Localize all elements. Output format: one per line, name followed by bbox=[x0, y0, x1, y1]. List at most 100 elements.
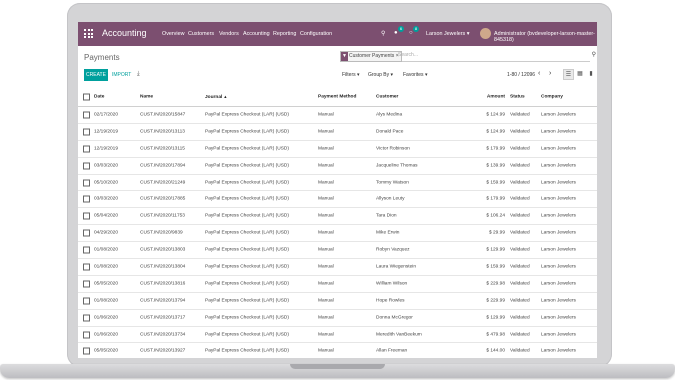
cell-payment-method: Manual bbox=[318, 298, 334, 304]
col-date[interactable]: Date bbox=[94, 95, 104, 100]
cell-name: CUST.IN/2020/13803 bbox=[140, 247, 186, 253]
cell-amount: $ 124.99 bbox=[486, 129, 505, 135]
cell-amount: $ 159.99 bbox=[486, 264, 505, 270]
create-button[interactable]: CREATE bbox=[84, 69, 108, 81]
search-facet[interactable]: ▼ Customer Payments × bbox=[340, 51, 402, 62]
cell-customer: Jacqueline Thomas bbox=[376, 163, 418, 169]
avatar[interactable] bbox=[480, 28, 491, 39]
cell-company: Larson Jewelers bbox=[541, 163, 576, 169]
cell-customer: William Wilson bbox=[376, 281, 408, 287]
apps-grid-icon[interactable] bbox=[84, 29, 93, 38]
cell-company: Larson Jewelers bbox=[541, 298, 576, 304]
chevron-right-icon[interactable]: › bbox=[549, 70, 551, 77]
table-row[interactable]: 01/08/2020 CUST.IN/2020/13804 PayPal Expre… bbox=[78, 259, 597, 276]
filters-dropdown[interactable]: Filters ▾ bbox=[342, 72, 360, 78]
row-checkbox[interactable] bbox=[83, 246, 90, 254]
graph-view-icon[interactable]: ▮ bbox=[586, 69, 596, 79]
menu-reporting[interactable]: Reporting bbox=[273, 31, 296, 37]
row-checkbox[interactable] bbox=[83, 212, 90, 220]
menu-customers[interactable]: Customers bbox=[188, 31, 214, 37]
table-row[interactable]: 01/08/2020 CUST.IN/2020/13794 PayPal Expre… bbox=[78, 293, 597, 310]
cell-date: 02/17/2020 bbox=[94, 112, 119, 118]
select-all-checkbox[interactable] bbox=[83, 93, 90, 101]
menu-accounting[interactable]: Accounting bbox=[243, 31, 270, 37]
cell-name: CUST.IN/2020/13113 bbox=[140, 129, 185, 135]
table-row[interactable]: 03/03/2020 CUST.IN/2020/17894 PayPal Expre… bbox=[78, 158, 597, 175]
col-status[interactable]: Status bbox=[510, 95, 525, 100]
table-row[interactable]: 01/06/2020 CUST.IN/2020/13717 PayPal Expre… bbox=[78, 310, 597, 327]
table-row[interactable]: 12/19/2019 CUST.IN/2020/13113 PayPal Expre… bbox=[78, 124, 597, 141]
row-checkbox[interactable] bbox=[83, 263, 90, 271]
cell-name: CUST.IN/2020/13734 bbox=[140, 332, 186, 338]
col-name[interactable]: Name bbox=[140, 95, 153, 100]
cell-journal: PayPal Express Checkout (LAR) (USD) bbox=[205, 213, 289, 219]
row-checkbox[interactable] bbox=[83, 111, 90, 119]
bell-icon[interactable]: ⚲ bbox=[381, 30, 385, 37]
row-checkbox[interactable] bbox=[83, 128, 90, 136]
import-button[interactable]: IMPORT bbox=[112, 72, 131, 78]
download-icon[interactable]: ⤓ bbox=[137, 71, 140, 78]
search-icon[interactable]: ⚲ bbox=[592, 51, 596, 58]
menu-vendors[interactable]: Vendors bbox=[219, 31, 239, 37]
row-checkbox[interactable] bbox=[83, 145, 90, 153]
cell-journal: PayPal Express Checkout (LAR) (USD) bbox=[205, 163, 289, 169]
cell-status: Validated bbox=[510, 298, 530, 304]
table-row[interactable]: 05/05/2020 CUST.IN/2020/13816 PayPal Expre… bbox=[78, 276, 597, 293]
menu-overview[interactable]: Overview bbox=[162, 31, 184, 37]
search-bar[interactable]: ▼ Customer Payments × Search... ⚲ bbox=[340, 50, 596, 62]
cell-amount: $ 229.99 bbox=[486, 298, 505, 304]
table-row[interactable]: 12/19/2019 CUST.IN/2020/13115 PayPal Expre… bbox=[78, 141, 597, 158]
col-company[interactable]: Company bbox=[541, 95, 563, 100]
table-row[interactable]: 05/05/2020 CUST.IN/2020/13927 PayPal Expre… bbox=[78, 343, 597, 358]
col-amount[interactable]: Amount bbox=[487, 95, 505, 100]
cell-amount: $ 129.99 bbox=[486, 315, 505, 321]
row-checkbox[interactable] bbox=[83, 229, 90, 237]
cell-amount: $ 479.98 bbox=[486, 332, 505, 338]
row-checkbox[interactable] bbox=[83, 179, 90, 186]
cell-amount: $ 129.99 bbox=[486, 247, 505, 253]
cell-customer: Meredith VanBeekum bbox=[376, 332, 422, 338]
app-brand[interactable]: Accounting bbox=[102, 28, 147, 38]
clock-icon[interactable]: ○ bbox=[409, 30, 413, 36]
col-customer[interactable]: Customer bbox=[376, 95, 398, 100]
search-input[interactable]: Search... bbox=[398, 52, 418, 58]
pager-value[interactable]: 1-80 / 12096 bbox=[507, 72, 535, 78]
row-checkbox[interactable] bbox=[83, 347, 90, 355]
cell-company: Larson Jewelers bbox=[541, 146, 576, 152]
cell-company: Larson Jewelers bbox=[541, 332, 576, 338]
row-checkbox[interactable] bbox=[83, 314, 90, 322]
col-payment-method[interactable]: Payment Method bbox=[318, 95, 356, 100]
row-checkbox[interactable] bbox=[83, 280, 90, 288]
cell-customer: Tommy Watson bbox=[376, 180, 409, 185]
row-checkbox[interactable] bbox=[83, 297, 90, 305]
table-row[interactable]: 05/04/2020 CUST.IN/2020/11753 PayPal Expre… bbox=[78, 208, 597, 226]
cell-date: 01/06/2020 bbox=[94, 315, 119, 321]
table-row[interactable]: 01/06/2020 CUST.IN/2020/13734 PayPal Expre… bbox=[78, 327, 597, 344]
favorites-dropdown[interactable]: Favorites ▾ bbox=[403, 72, 427, 78]
chevron-left-icon[interactable]: ‹ bbox=[538, 70, 540, 77]
row-checkbox[interactable] bbox=[83, 331, 90, 339]
kanban-view-icon[interactable]: ▦ bbox=[575, 69, 585, 79]
table-row[interactable]: 01/08/2020 CUST.IN/2020/13803 PayPal Expre… bbox=[78, 242, 597, 260]
company-switcher[interactable]: Larson Jewelers ▾ bbox=[426, 31, 469, 37]
groupby-dropdown[interactable]: Group By ▾ bbox=[368, 72, 393, 78]
cell-status: Validated bbox=[510, 230, 530, 236]
cell-company: Larson Jewelers bbox=[541, 230, 576, 236]
menu-configuration[interactable]: Configuration bbox=[300, 31, 332, 37]
table-row[interactable]: 02/17/2020 CUST.IN/2020/15847 PayPal Expre… bbox=[78, 107, 597, 124]
chat-icon[interactable]: ● bbox=[394, 30, 398, 36]
cell-date: 05/05/2020 bbox=[94, 348, 119, 354]
table-row[interactable]: 03/03/2020 CUST.IN/2020/17885 PayPal Expre… bbox=[78, 191, 597, 209]
table-row[interactable]: 05/10/2020 CUST.IN/2020/21249 PayPal Expre… bbox=[78, 175, 597, 192]
cell-status: Validated bbox=[510, 332, 530, 338]
list-view-icon[interactable]: ☰ bbox=[563, 69, 574, 80]
cell-company: Larson Jewelers bbox=[541, 196, 576, 202]
row-checkbox[interactable] bbox=[83, 195, 90, 203]
cell-company: Larson Jewelers bbox=[541, 281, 576, 287]
cell-status: Validated bbox=[510, 196, 530, 202]
table-row[interactable]: 04/29/2020 CUST.IN/2020/9839 PayPal Expres… bbox=[78, 225, 597, 243]
cell-journal: PayPal Express Checkout (LAR) (USD) bbox=[205, 112, 289, 118]
col-journal[interactable]: Journal▲ bbox=[205, 94, 227, 100]
user-menu[interactable]: Administrator (bvdeveloper-larson-master… bbox=[494, 31, 597, 43]
row-checkbox[interactable] bbox=[83, 162, 90, 170]
